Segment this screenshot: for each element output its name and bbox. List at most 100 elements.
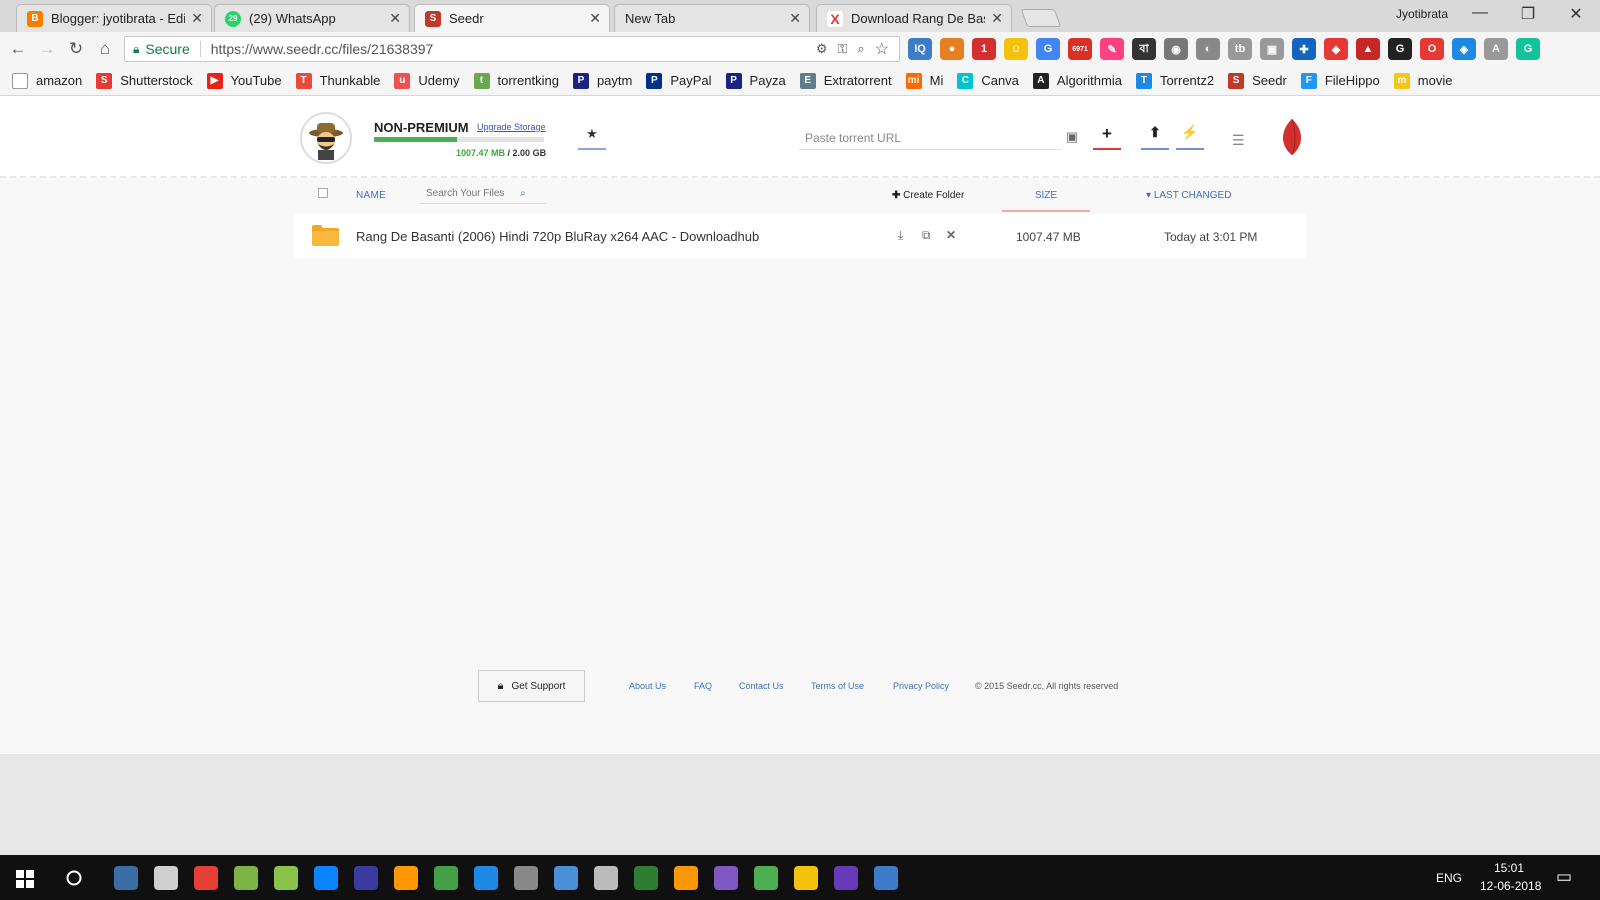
close-icon[interactable]: ✕ bbox=[789, 10, 801, 27]
address-bar[interactable]: 🔒︎ Secure https://www.seedr.cc/files/216… bbox=[124, 36, 900, 62]
emoji-icon[interactable]: ☺ bbox=[1004, 38, 1028, 60]
bookmark-item[interactable]: S Shutterstock bbox=[96, 72, 193, 89]
window-close-icon[interactable]: ✕ bbox=[1556, 4, 1596, 24]
tab-blogger[interactable]: B Blogger: jyotibrata - Edit ✕ bbox=[16, 4, 212, 32]
upgrade-storage-link[interactable]: Upgrade Storage bbox=[477, 122, 546, 132]
table-row[interactable]: Rang De Basanti (2006) Hindi 720p BluRay… bbox=[294, 214, 1306, 258]
tab-whatsapp[interactable]: 29 (29) WhatsApp ✕ bbox=[214, 4, 410, 32]
vlc-icon[interactable] bbox=[394, 866, 418, 890]
bookmark-item[interactable]: T Thunkable bbox=[295, 72, 380, 89]
menu-icon[interactable]: ☰ bbox=[1232, 132, 1245, 149]
chart-icon[interactable]: ▲ bbox=[1356, 38, 1380, 60]
gmail-icon[interactable]: 6971 bbox=[1068, 38, 1092, 60]
utorrent-icon[interactable] bbox=[234, 866, 258, 890]
app-icon[interactable] bbox=[514, 866, 538, 890]
tab-seedr[interactable]: S Seedr ✕ bbox=[414, 4, 610, 32]
help-icon[interactable] bbox=[874, 866, 898, 890]
grammar-icon[interactable]: G bbox=[1516, 38, 1540, 60]
bookmark-item[interactable]: P PayPal bbox=[646, 72, 712, 89]
notification-icon[interactable]: ▭ bbox=[1556, 867, 1572, 887]
bookmark-item[interactable]: C Canva bbox=[957, 72, 1019, 89]
close-icon[interactable]: ✕ bbox=[389, 10, 401, 27]
download-icon[interactable]: ⤓ bbox=[898, 228, 903, 243]
clock-time[interactable]: 15:01 bbox=[1494, 861, 1524, 875]
profile-name[interactable]: Jyotibrata bbox=[1396, 7, 1448, 21]
avatar[interactable] bbox=[300, 112, 352, 164]
plus-circle-icon[interactable]: ✚ bbox=[1292, 38, 1316, 60]
video-icon[interactable] bbox=[714, 866, 738, 890]
create-folder-button[interactable]: ✚ Create Folder bbox=[892, 190, 964, 201]
translate-icon[interactable]: G bbox=[1036, 38, 1060, 60]
new-tab-button[interactable] bbox=[1020, 9, 1062, 27]
windows-start-icon[interactable] bbox=[16, 870, 34, 888]
iq-icon[interactable]: IQ bbox=[908, 38, 932, 60]
bookmark-item[interactable]: t torrentking bbox=[473, 72, 559, 89]
bookmark-item[interactable]: P Payza bbox=[725, 72, 786, 89]
bookmark-star-icon[interactable]: ☆ bbox=[875, 39, 889, 59]
paste-icon[interactable]: ▣ bbox=[1066, 129, 1078, 145]
app-icon[interactable] bbox=[554, 866, 578, 890]
faq-link[interactable]: FAQ bbox=[694, 681, 712, 691]
bookmark-item[interactable]: A Algorithmia bbox=[1032, 72, 1122, 89]
search-input[interactable] bbox=[420, 188, 520, 199]
get-support-button[interactable]: 🔒︎ Get Support bbox=[478, 670, 585, 702]
home-icon[interactable]: ⌂ bbox=[95, 39, 115, 59]
app-icon[interactable] bbox=[754, 866, 778, 890]
bookmark-item[interactable]: ▶ YouTube bbox=[206, 72, 282, 89]
restore-icon[interactable]: ❐ bbox=[1508, 4, 1548, 24]
site-settings-icon[interactable]: ⚙ bbox=[816, 41, 828, 57]
close-icon[interactable]: ✕ bbox=[991, 10, 1003, 27]
close-icon[interactable]: ✕ bbox=[191, 10, 203, 27]
globe-icon[interactable] bbox=[434, 866, 458, 890]
bookmark-item[interactable]: m movie bbox=[1393, 72, 1452, 89]
puzzle-icon[interactable]: A bbox=[1484, 38, 1508, 60]
column-size[interactable]: SIZE bbox=[1002, 184, 1090, 212]
tag-icon[interactable]: ◆ bbox=[1324, 38, 1348, 60]
notes-icon[interactable] bbox=[154, 866, 178, 890]
add-torrent-button[interactable]: + bbox=[1093, 124, 1121, 150]
torrent-url-input[interactable] bbox=[799, 126, 1061, 150]
favorites-button[interactable]: ★ bbox=[578, 126, 606, 150]
bookmark-item[interactable]: E Extratorrent bbox=[799, 72, 892, 89]
vs-code-icon[interactable] bbox=[474, 866, 498, 890]
folder-icon[interactable] bbox=[794, 866, 818, 890]
tb-icon[interactable]: tb bbox=[1228, 38, 1252, 60]
settings-icon[interactable] bbox=[594, 866, 618, 890]
search-icon[interactable]: ⌕ bbox=[520, 188, 526, 199]
delete-icon[interactable]: ✕ bbox=[946, 228, 956, 242]
tab-download[interactable]: X Download Rang De Basanti ✕ bbox=[816, 4, 1012, 32]
upload-button[interactable]: ⬆ bbox=[1141, 124, 1169, 150]
network-icon[interactable] bbox=[274, 866, 298, 890]
contact-us-link[interactable]: Contact Us bbox=[739, 681, 784, 691]
opera-icon[interactable]: O bbox=[1420, 38, 1444, 60]
reload-icon[interactable]: ↻ bbox=[66, 39, 86, 59]
visual-studio-icon[interactable] bbox=[834, 866, 858, 890]
camera-icon[interactable]: ◐ bbox=[1196, 38, 1220, 60]
chrome-icon[interactable] bbox=[194, 866, 218, 890]
bookmark-item[interactable]: T Torrentz2 bbox=[1135, 72, 1214, 89]
file-name[interactable]: Rang De Basanti (2006) Hindi 720p BluRay… bbox=[356, 229, 759, 244]
bulb-icon[interactable]: ◉ bbox=[1164, 38, 1188, 60]
teamviewer-icon[interactable] bbox=[314, 866, 338, 890]
cart-icon[interactable]: ▣ bbox=[1260, 38, 1284, 60]
column-name[interactable]: NAME bbox=[356, 190, 386, 201]
after-effects-icon[interactable] bbox=[354, 866, 378, 890]
edge-icon[interactable] bbox=[634, 866, 658, 890]
bookmark-item[interactable]: F FileHippo bbox=[1300, 72, 1380, 89]
feather-icon[interactable]: ✎ bbox=[1100, 38, 1124, 60]
back-icon[interactable]: ← bbox=[8, 39, 28, 59]
cortana-icon[interactable] bbox=[66, 870, 82, 886]
bookmark-item[interactable]: S Seedr bbox=[1228, 72, 1287, 89]
terms-link[interactable]: Terms of Use bbox=[811, 681, 864, 691]
close-icon[interactable]: ✕ bbox=[589, 10, 601, 27]
bookmark-item[interactable]: amazon bbox=[12, 72, 82, 89]
forward-icon[interactable]: → bbox=[37, 39, 57, 59]
grammarly-icon[interactable]: G bbox=[1388, 38, 1412, 60]
basketball-icon[interactable]: ● bbox=[940, 38, 964, 60]
calendar-icon[interactable]: 1 bbox=[972, 38, 996, 60]
bengali-icon[interactable]: বা bbox=[1132, 38, 1156, 60]
about-us-link[interactable]: About Us bbox=[629, 681, 666, 691]
media-icon[interactable] bbox=[674, 866, 698, 890]
clock-date[interactable]: 12-06-2018 bbox=[1480, 879, 1541, 893]
privacy-link[interactable]: Privacy Policy bbox=[893, 681, 949, 691]
